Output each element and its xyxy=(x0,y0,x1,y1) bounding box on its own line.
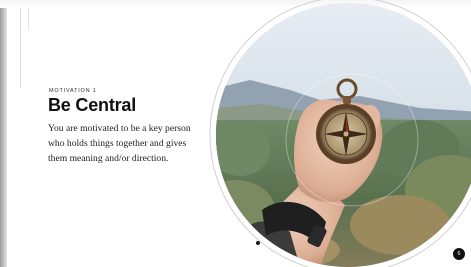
decorative-dot xyxy=(256,241,260,245)
page-number-badge: 6 xyxy=(453,248,465,260)
compass-in-hand-photo xyxy=(209,0,471,267)
slide: MOTIVATION 1 Be Central You are motivate… xyxy=(0,0,471,267)
